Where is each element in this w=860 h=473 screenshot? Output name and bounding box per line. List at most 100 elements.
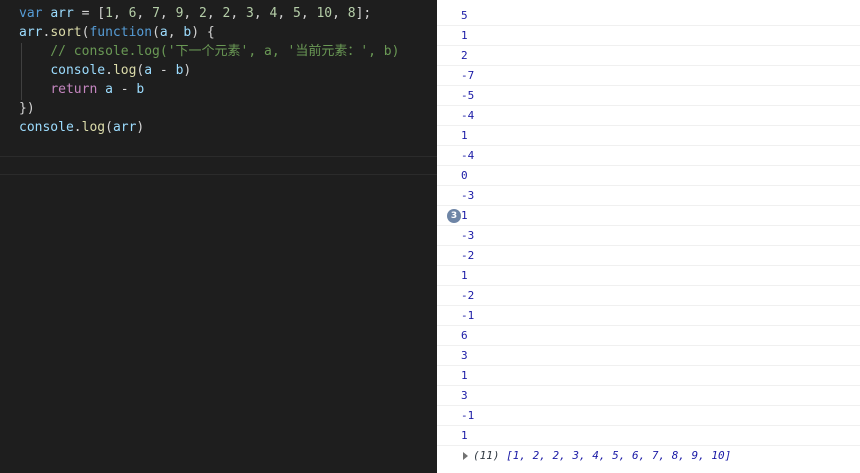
code-line: // console.log('下一个元素', a, '当前元素：', b) [19,42,399,61]
console-log-row: 1 [437,126,860,146]
code-token: 1 [105,6,113,21]
console-log-row: -1 [437,306,860,326]
code-token: arr [112,120,137,135]
array-values: [1, 2, 2, 3, 4, 5, 6, 7, 8, 9, 10] [506,449,732,462]
code-token: log [81,120,106,135]
console-log-row: -7 [437,66,860,86]
console-log-value: -4 [461,149,475,162]
code-token: console [50,63,106,78]
code-token: var [19,6,43,21]
console-log-value: -1 [461,309,475,322]
code-token: 2 [199,6,207,21]
console-log-value: -1 [461,409,475,422]
editor-divider [0,156,437,157]
console-log-row: 2 [437,46,860,66]
code-token: 3 [246,6,254,21]
code-token: log [112,63,137,78]
console-log-value: 3 [461,389,468,402]
console-log-row: 1 [437,366,860,386]
code-line: var arr = [1, 6, 7, 9, 2, 2, 3, 4, 5, 10… [19,4,371,23]
code-token: , [159,6,176,21]
code-token: a [144,63,153,78]
repeat-count-badge: 3 [447,209,461,223]
code-token: ) [183,63,192,78]
console-log-row: 1 [437,426,860,446]
console-log-row: -1 [437,406,860,426]
code-token: a [159,25,168,40]
console-log-value: 0 [461,169,468,182]
console-log-row: -5 [437,86,860,106]
console-log-value: -3 [461,189,475,202]
console-log-row: -2 [437,246,860,266]
array-preview: (11) [1, 2, 2, 3, 4, 5, 6, 7, 8, 9, 10] [473,446,731,466]
code-token: , [300,6,317,21]
code-token: return [50,82,98,97]
code-token: ( [105,120,113,135]
code-token: }) [19,101,35,116]
code-token: , [206,6,223,21]
code-token: 7 [152,6,160,21]
code-line: console.log(a - b) [19,61,191,80]
code-editor[interactable]: var arr = [1, 6, 7, 9, 2, 2, 3, 4, 5, 10… [0,0,437,473]
editor-divider [0,174,437,175]
app-window: var arr = [1, 6, 7, 9, 2, 2, 3, 4, 5, 10… [0,0,860,473]
console-log-value: -2 [461,249,475,262]
code-token: ) [136,120,145,135]
console-log-row: 3 [437,386,860,406]
code-line: }) [19,99,35,118]
code-token: a [105,82,113,97]
code-token: - [112,82,137,97]
console-log-value: 1 [461,209,468,222]
code-token: ]; [355,6,372,21]
console-log-value: 1 [461,129,468,142]
code-token: , [167,25,184,40]
console-log-value: 6 [461,329,468,342]
console-log-row: 1 [437,266,860,286]
code-token: - [152,63,176,78]
console-log-value: 2 [461,49,468,62]
console-array-output[interactable]: (11) [1, 2, 2, 3, 4, 5, 6, 7, 8, 9, 10] [437,446,860,466]
code-token: , [136,6,153,21]
code-token: 8 [347,6,356,21]
code-token: console [19,120,74,135]
console-log-row: 31 [437,206,860,226]
code-token: 5 [292,6,301,21]
console-log-value: 5 [461,9,468,22]
array-length: (11) [473,449,500,462]
code-token: ) { [191,25,215,40]
console-log-row: -4 [437,106,860,126]
console-log-row: 3 [437,346,860,366]
code-token: ( [152,25,160,40]
code-token: , [277,6,293,21]
console-log-row: 6 [437,326,860,346]
console-log-value: 1 [461,429,468,442]
code-line: console.log(arr) [19,118,144,137]
code-token: , [332,6,348,21]
code-token: b [136,82,145,97]
code-line: arr.sort(function(a, b) { [19,23,215,42]
console-log-value: -3 [461,229,475,242]
expand-arrow-icon[interactable] [463,452,468,460]
console-log-row: -3 [437,226,860,246]
code-token: arr [19,25,43,40]
code-token: function [89,25,153,40]
console-log-value: -5 [461,89,475,102]
code-token: // console.log('下一个元素', a, '当前元素：', b) [19,44,400,59]
console-panel: 5 1 2 -7 -5 -4 1 -4 0 -3 3 1 -3 -2 1 -2 -1 6 3 1 3 -1 1 (11) [… [437,0,860,473]
console-log-value: 1 [461,29,468,42]
console-log-row: 1 [437,26,860,46]
code-token: . [105,63,113,78]
code-token: , [253,6,270,21]
console-log-value: 1 [461,269,468,282]
console-log-row: -3 [437,186,860,206]
console-log-value: -7 [461,69,475,82]
code-token: arr [50,6,74,21]
code-token: . [73,120,82,135]
code-token: 10 [316,6,333,21]
console-log-row: -4 [437,146,860,166]
console-log-row: 0 [437,166,860,186]
console-log-row: 5 [437,6,860,26]
